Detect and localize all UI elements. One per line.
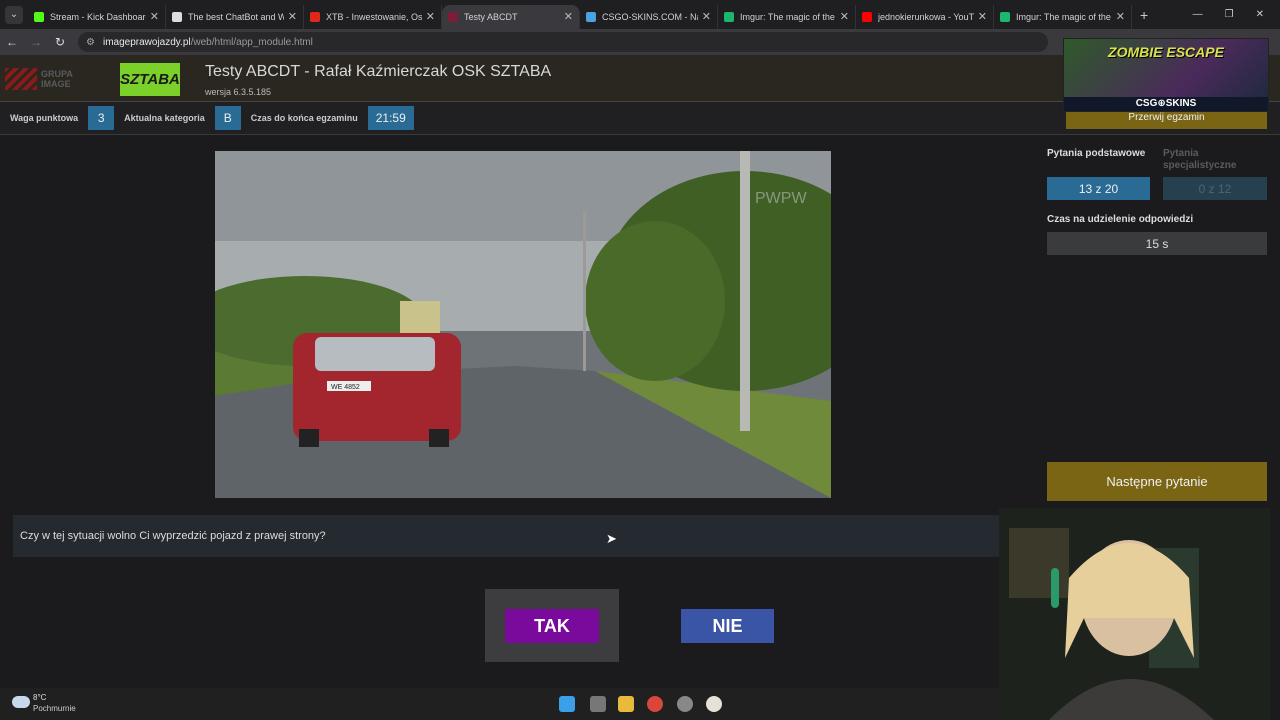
logo-stripes-icon [5, 68, 37, 90]
cloud-icon [12, 696, 30, 708]
browser-tab[interactable]: CSGO-SKINS.COM - Najle ✕ [580, 4, 718, 29]
question-bar: Czy w tej sytuacji wolno Ci wyprzedzić p… [13, 515, 999, 557]
license-plate: WE 4852 [331, 384, 360, 391]
tab-label: Imgur: The magic of the I [740, 11, 836, 22]
tab-search-icon[interactable]: ⌄ [5, 5, 23, 24]
tab-favicon-icon [172, 11, 182, 22]
tab-label: XTB - Inwestowanie, Oszc [326, 11, 422, 22]
page-title: Testy ABCDT - Rafał Kaźmierczak OSK SZTA… [205, 63, 552, 80]
przerwij-egzamin-button[interactable]: Przerwij egzamin [1066, 111, 1267, 129]
tab-favicon-icon [862, 11, 872, 22]
tab-close-icon[interactable]: ✕ [1116, 10, 1125, 23]
mouse-cursor-icon: ➤ [606, 531, 617, 546]
logo-line1: GRUPA [41, 69, 73, 79]
browser-tab[interactable]: Imgur: The magic of the I ✕ [718, 4, 856, 29]
webcam-overlay [999, 508, 1270, 720]
specjalistyczne-label: Pytania specjalistyczne [1163, 148, 1237, 171]
browser-tab[interactable]: XTB - Inwestowanie, Oszc ✕ [304, 4, 442, 29]
windows-start-icon[interactable] [559, 696, 575, 712]
browser-tab-strip: ⌄ Stream - Kick Dashboard ✕ The best ChatB… [0, 0, 1280, 29]
question-text: Czy w tej sytuacji wolno Ci wyprzedzić p… [20, 530, 326, 542]
tab-label: CSGO-SKINS.COM - Najle [602, 11, 698, 22]
waga-label: Waga punktowa [10, 113, 79, 123]
task-view-icon[interactable] [590, 696, 606, 712]
ad-brand: CSG⊕SKINS [1064, 97, 1268, 111]
tab-close-icon[interactable]: ✕ [978, 10, 987, 23]
tab-label: Testy ABCDT [464, 11, 518, 22]
weather-temperature: 8°C [33, 693, 47, 702]
grupa-image-logo: GRUPA IMAGE [5, 65, 95, 93]
window-controls: — ❐ ✕ [1193, 9, 1280, 20]
watermark: PWPW [755, 190, 807, 207]
windows-taskbar: 8°C Pochmurnie [0, 688, 999, 720]
podstawowe-counter: 13 z 20 [1047, 177, 1150, 200]
tak-button[interactable]: TAK [505, 609, 599, 643]
restore-icon[interactable]: ❐ [1225, 9, 1234, 20]
app-version: wersja 6.3.5.185 [205, 87, 272, 97]
kategoria-label: Aktualna kategoria [124, 113, 205, 123]
specjalistyczne-counter: 0 z 12 [1163, 177, 1267, 200]
sztaba-logo: SZTABA [120, 63, 180, 96]
red-car: WE 4852 [293, 333, 461, 447]
tab-close-icon[interactable]: ✕ [840, 10, 849, 23]
file-explorer-icon[interactable] [618, 696, 634, 712]
url-host: imageprawojazdy.pl [102, 36, 191, 48]
browser-tab[interactable]: Testy ABCDT ✕ [442, 4, 580, 29]
webcam-image [999, 508, 1270, 720]
tab-favicon-icon [34, 11, 44, 22]
url-path: /web/html/app_module.html [190, 36, 313, 48]
mascot-icon[interactable] [706, 696, 722, 712]
tab-label: Stream - Kick Dashboard [50, 11, 146, 22]
nastepne-pytanie-button[interactable]: Następne pytanie [1047, 462, 1267, 501]
ad-title: ZOMBIE ESCAPE [1108, 44, 1224, 60]
waga-value: 3 [88, 106, 115, 130]
tab-favicon-icon [310, 11, 320, 22]
road-scene-image: WE 4852 PWPW [215, 151, 831, 498]
browser-tab[interactable]: The best ChatBot and Wi ✕ [166, 4, 304, 29]
browser-tab[interactable]: Imgur: The magic of the I ✕ [994, 4, 1132, 29]
forward-icon[interactable]: → [24, 35, 48, 49]
kategoria-value: B [214, 106, 241, 130]
tab-list: Stream - Kick Dashboard ✕ The best ChatBot… [28, 1, 1132, 29]
tab-label: Imgur: The magic of the I [1016, 11, 1112, 22]
chrome-icon[interactable] [647, 696, 663, 712]
tab-favicon-icon [1000, 11, 1010, 22]
tab-close-icon[interactable]: ✕ [150, 10, 159, 23]
tab-favicon-icon [724, 11, 734, 22]
tab-favicon-icon [586, 11, 596, 22]
czas-value: 21:59 [367, 106, 414, 130]
question-media: WE 4852 PWPW [215, 151, 831, 498]
new-tab-icon[interactable]: + [1140, 7, 1148, 23]
nie-button[interactable]: NIE [681, 609, 774, 643]
tab-close-icon[interactable]: ✕ [426, 10, 435, 23]
czas-label: Czas do końca egzaminu [250, 113, 358, 123]
app-icon[interactable] [677, 696, 693, 712]
reload-icon[interactable]: ↻ [48, 35, 72, 49]
tab-label: The best ChatBot and Wi [188, 11, 284, 22]
site-info-icon[interactable]: ⚙ [86, 37, 95, 48]
logo-line2: IMAGE [41, 79, 71, 89]
czas-odpowiedzi-label: Czas na udzielenie odpowiedzi [1047, 214, 1194, 225]
czas-odpowiedzi-value: 15 s [1047, 232, 1267, 255]
podstawowe-label: Pytania podstawowe [1047, 148, 1146, 159]
stream-overlay-ad: ZOMBIE ESCAPE CSG⊕SKINS [1063, 38, 1269, 112]
weather-description: Pochmurnie [33, 704, 76, 713]
close-window-icon[interactable]: ✕ [1256, 9, 1264, 20]
back-icon[interactable]: ← [0, 35, 24, 49]
tab-label: jednokierunkowa - YouTu [878, 11, 974, 22]
tab-close-icon[interactable]: ✕ [288, 10, 297, 23]
tab-close-icon[interactable]: ✕ [702, 10, 711, 23]
tab-close-icon[interactable]: ✕ [564, 10, 573, 23]
url-field[interactable]: ⚙ imageprawojazdy.pl/web/html/app_module… [78, 32, 1048, 52]
minimize-icon[interactable]: — [1193, 9, 1203, 20]
tab-favicon-icon [448, 11, 458, 22]
browser-tab[interactable]: Stream - Kick Dashboard ✕ [28, 4, 166, 29]
browser-tab[interactable]: jednokierunkowa - YouTu ✕ [856, 4, 994, 29]
